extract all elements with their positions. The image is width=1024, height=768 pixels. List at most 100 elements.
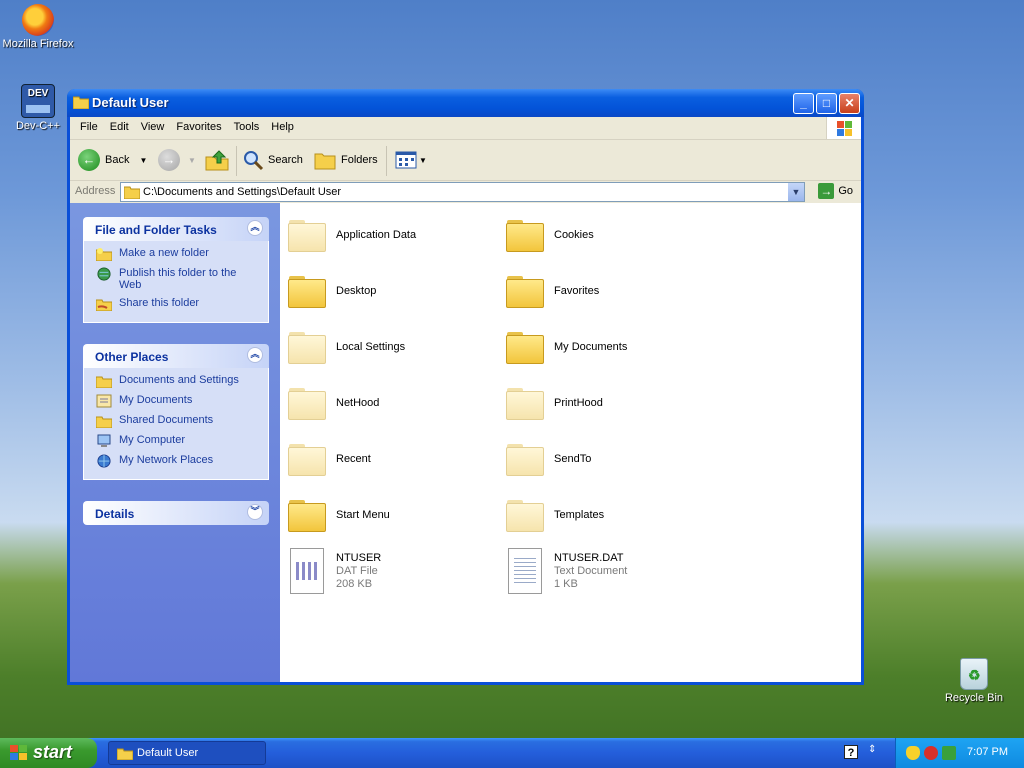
item-text: Favorites xyxy=(554,285,599,298)
collapse-icon[interactable]: ︽ xyxy=(247,347,263,363)
link-label: Shared Documents xyxy=(119,414,214,426)
toolbar-chevron-icon[interactable]: ⇕ xyxy=(868,744,878,760)
task-pane: File and Folder Tasks ︽ Make a new folde… xyxy=(70,203,280,682)
menu-edit[interactable]: Edit xyxy=(104,117,135,133)
network-tray-icon[interactable] xyxy=(942,746,956,760)
devcpp-icon: DEV xyxy=(21,84,55,118)
folder-icon xyxy=(124,186,140,199)
menu-tools[interactable]: Tools xyxy=(228,117,266,133)
folder-item[interactable]: Application Data xyxy=(288,211,498,259)
item-text: NetHood xyxy=(336,397,379,410)
panel-header[interactable]: File and Folder Tasks ︽ xyxy=(83,217,269,241)
views-icon xyxy=(395,151,417,169)
recycle-bin-icon: ♻ xyxy=(960,658,988,690)
my-network-places-link[interactable]: My Network Places xyxy=(96,454,268,468)
item-name: Application Data xyxy=(336,228,417,241)
menu-favorites[interactable]: Favorites xyxy=(170,117,227,133)
folder-item[interactable]: SendTo xyxy=(506,435,716,483)
address-input[interactable]: C:\Documents and Settings\Default User ▼ xyxy=(120,182,805,202)
menu-help[interactable]: Help xyxy=(265,117,300,133)
shared-documents-link[interactable]: Shared Documents xyxy=(96,414,268,428)
folder-item[interactable]: Local Settings xyxy=(288,323,498,371)
close-button[interactable]: ✕ xyxy=(839,93,860,114)
forward-arrow-icon: → xyxy=(158,149,180,171)
address-value: C:\Documents and Settings\Default User xyxy=(143,186,342,198)
folder-item[interactable]: PrintHood xyxy=(506,379,716,427)
item-name: NTUSER xyxy=(336,551,382,564)
item-text: Recent xyxy=(336,453,371,466)
address-dropdown-button[interactable]: ▼ xyxy=(788,183,804,201)
folder-item[interactable]: My Documents xyxy=(506,323,716,371)
menu-view[interactable]: View xyxy=(135,117,171,133)
item-name: Start Menu xyxy=(336,508,390,521)
maximize-button[interactable]: □ xyxy=(816,93,837,114)
folder-item[interactable]: Start Menu xyxy=(288,491,498,539)
title-bar[interactable]: Default User _ □ ✕ xyxy=(67,89,864,117)
item-text: Cookies xyxy=(554,229,594,242)
link-label: My Computer xyxy=(119,434,186,446)
documents-and-settings-link[interactable]: Documents and Settings xyxy=(96,374,268,388)
folder-item[interactable]: Recent xyxy=(288,435,498,483)
address-bar: Address C:\Documents and Settings\Defaul… xyxy=(70,181,861,204)
security-shield-icon[interactable] xyxy=(906,746,920,760)
make-new-folder-link[interactable]: Make a new folder xyxy=(96,247,268,261)
start-button[interactable]: start xyxy=(0,738,97,768)
back-arrow-icon: ← xyxy=(78,149,100,171)
views-button[interactable]: ▼ xyxy=(395,148,427,172)
my-documents-link[interactable]: My Documents xyxy=(96,394,268,408)
file-item[interactable]: NTUSER DAT File 208 KB xyxy=(288,547,498,595)
taskbar-window-button[interactable]: Default User xyxy=(108,741,266,765)
desktop-icon-firefox[interactable]: Mozilla Firefox xyxy=(0,4,76,50)
folder-item[interactable]: Cookies xyxy=(506,211,716,259)
item-name: NTUSER.DAT xyxy=(554,551,624,564)
chevron-down-icon: ▼ xyxy=(419,155,427,165)
folder-icon xyxy=(288,442,326,476)
start-label: start xyxy=(33,742,73,762)
security-alert-icon[interactable] xyxy=(924,746,938,760)
desktop-icon-devcpp[interactable]: DEV Dev-C++ xyxy=(0,84,76,132)
item-size: 1 KB xyxy=(554,577,578,590)
panel-header[interactable]: Other Places ︽ xyxy=(83,344,269,368)
forward-button[interactable]: → ▼ xyxy=(158,148,196,172)
item-name: Favorites xyxy=(554,284,600,297)
folders-button[interactable]: Folders xyxy=(314,148,378,172)
help-icon[interactable]: ? xyxy=(844,745,858,759)
firefox-icon xyxy=(22,4,54,36)
minimize-button[interactable]: _ xyxy=(793,93,814,114)
my-computer-link[interactable]: My Computer xyxy=(96,434,268,448)
text-document-icon xyxy=(506,548,544,594)
publish-folder-link[interactable]: Publish this folder to the Web xyxy=(96,267,268,291)
item-name: Cookies xyxy=(554,228,594,241)
panel-header[interactable]: Details ︾ xyxy=(83,501,269,525)
back-button[interactable]: ← Back ▼ xyxy=(78,148,147,172)
explorer-window: Default User _ □ ✕ File Edit View Favorites… xyxy=(67,89,864,685)
globe-icon xyxy=(97,267,111,281)
folder-item[interactable]: Desktop xyxy=(288,267,498,315)
item-text: PrintHood xyxy=(554,397,603,410)
item-text: Start Menu xyxy=(336,509,390,522)
item-text: NTUSER.DAT Text Document 1 KB xyxy=(554,552,627,591)
item-name: Templates xyxy=(554,508,605,521)
search-button[interactable]: Search xyxy=(242,148,303,172)
up-folder-icon xyxy=(205,150,229,171)
panel-title: File and Folder Tasks xyxy=(95,223,217,237)
file-item[interactable]: NTUSER.DAT Text Document 1 KB xyxy=(506,547,716,595)
collapse-icon[interactable]: ︽ xyxy=(247,220,263,236)
up-folder-button[interactable] xyxy=(205,148,229,172)
folder-item[interactable]: Templates xyxy=(506,491,716,539)
folder-icon xyxy=(288,498,326,532)
folder-item[interactable]: Favorites xyxy=(506,267,716,315)
expand-icon[interactable]: ︾ xyxy=(247,504,263,520)
folder-icon xyxy=(288,274,326,308)
new-folder-icon xyxy=(96,248,112,261)
explorer-body: File and Folder Tasks ︽ Make a new folde… xyxy=(70,203,861,682)
desktop-icon-label: Dev-C++ xyxy=(15,120,61,132)
taskbar: start Default User ? ⇕ 7:07 PM xyxy=(0,738,1024,768)
system-tray: 7:07 PM xyxy=(895,738,1024,768)
share-folder-link[interactable]: Share this folder xyxy=(96,297,268,311)
item-text: Application Data xyxy=(336,229,416,242)
desktop-icon-recycle-bin[interactable]: ♻ Recycle Bin xyxy=(936,658,1012,704)
menu-file[interactable]: File xyxy=(74,117,104,133)
folder-item[interactable]: NetHood xyxy=(288,379,498,427)
go-button[interactable]: → Go xyxy=(818,183,853,199)
